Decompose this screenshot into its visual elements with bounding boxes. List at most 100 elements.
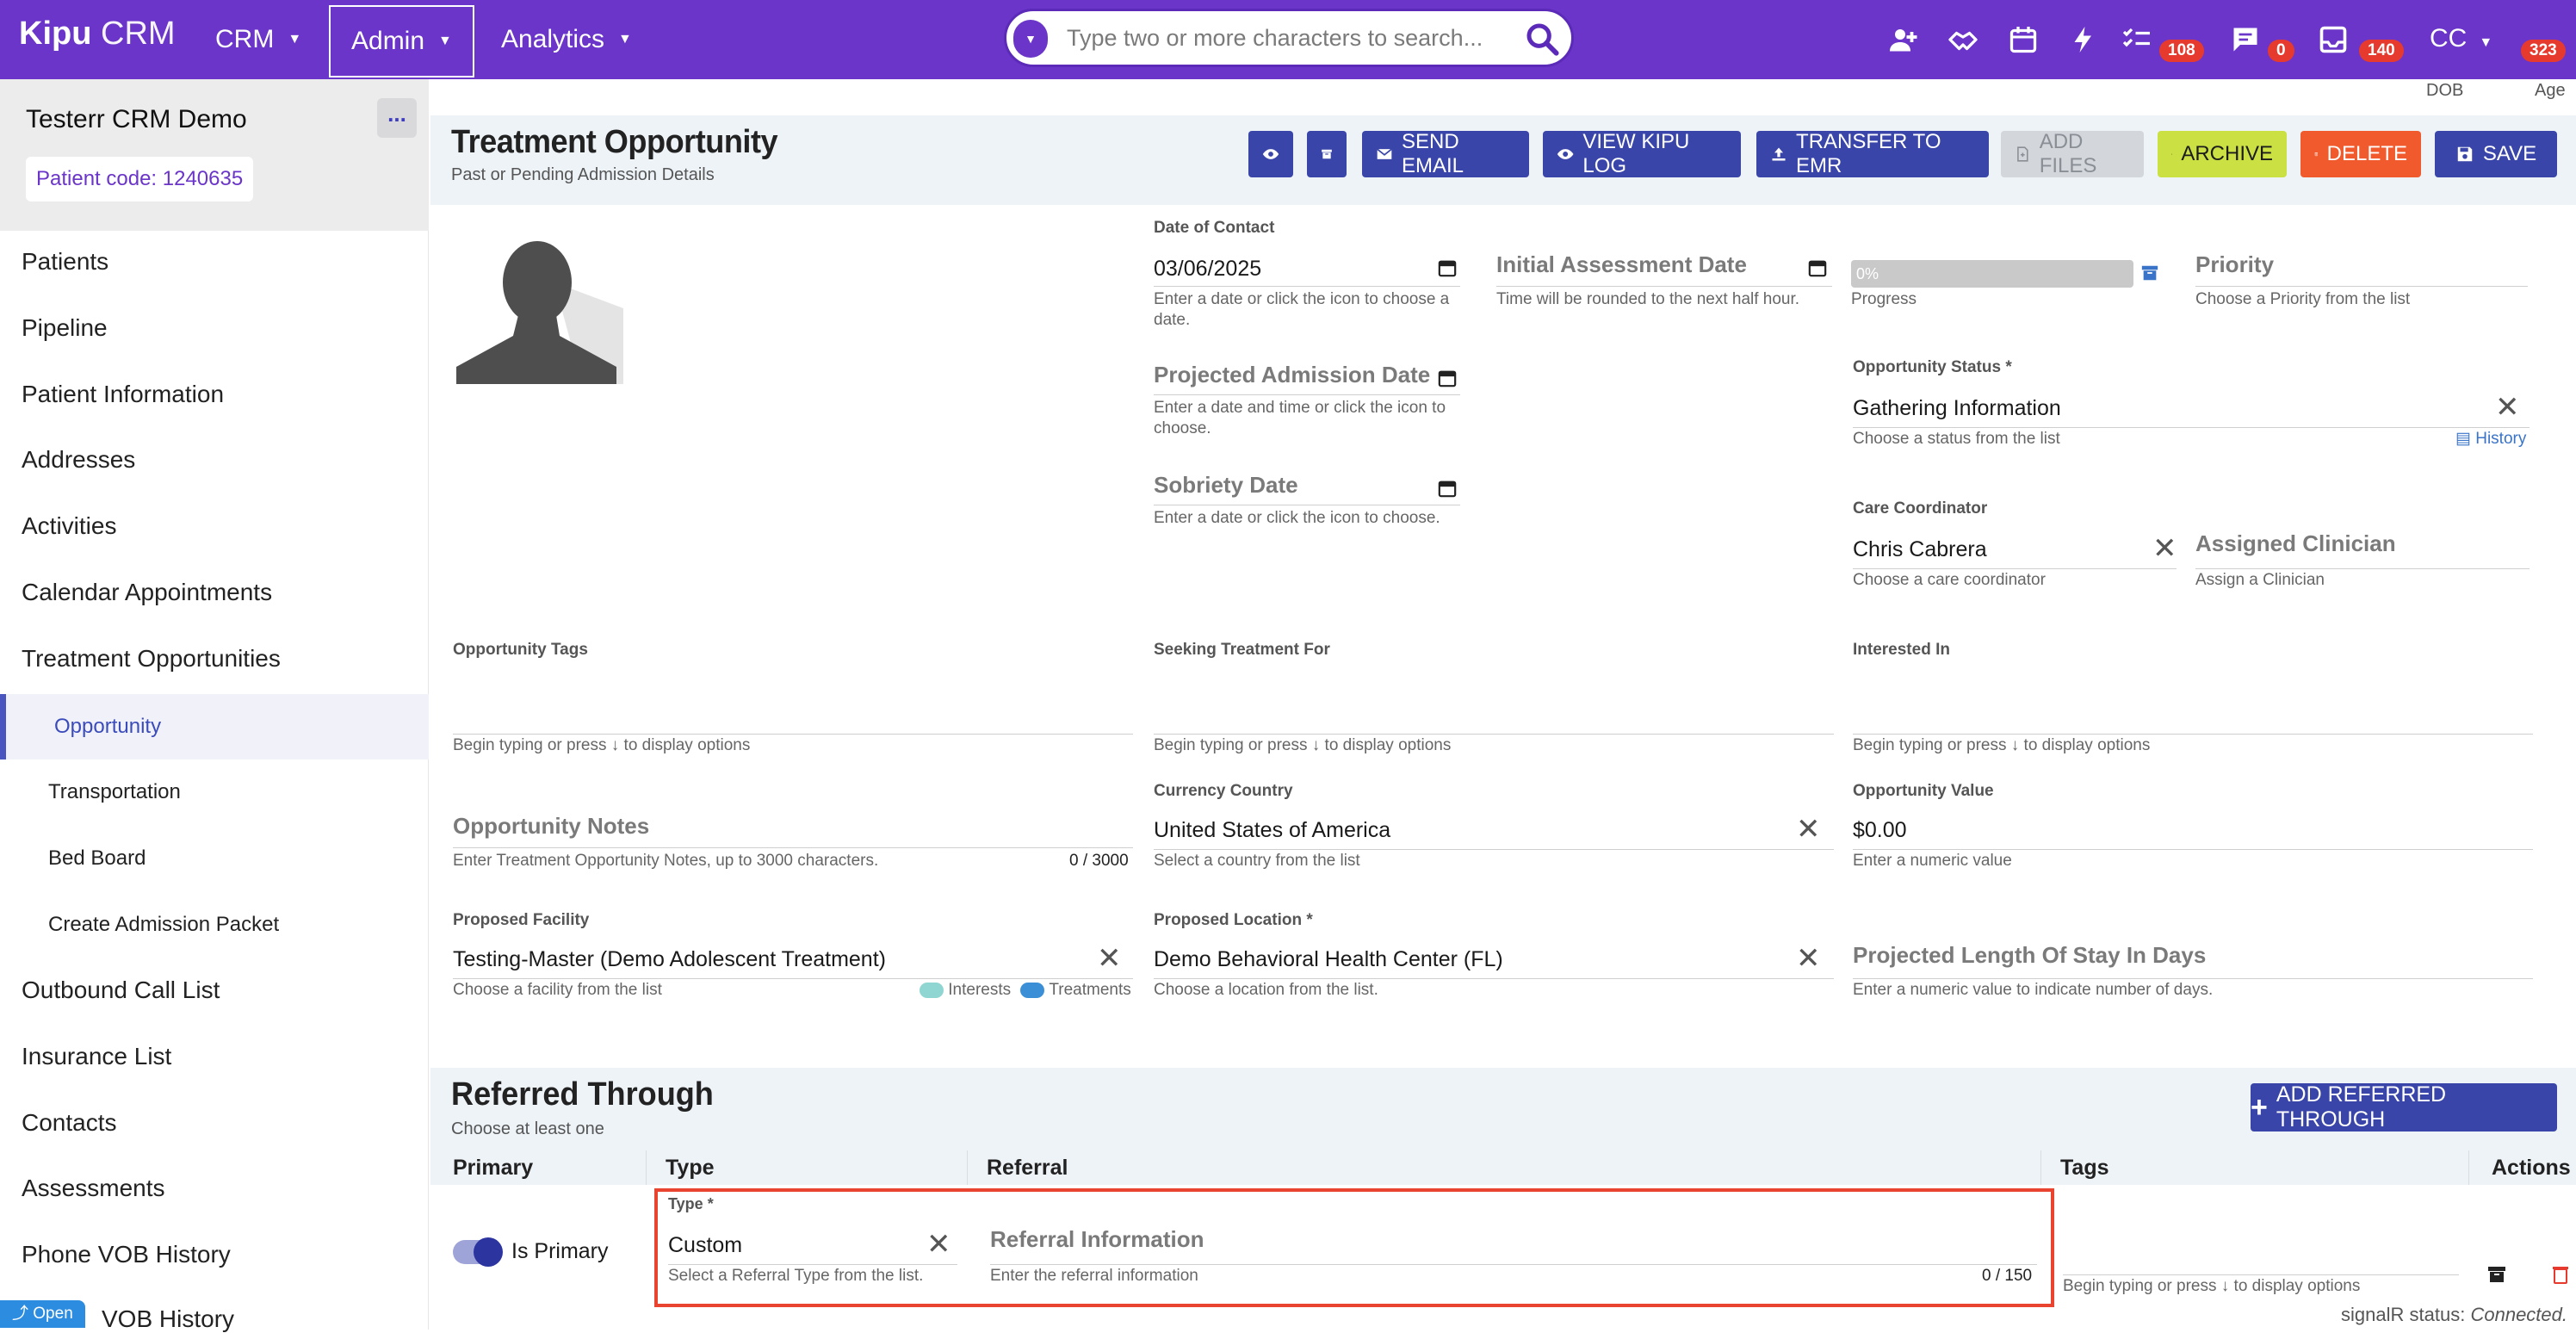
patient-header: Testerr CRM Demo ... Patient code: 12406… xyxy=(0,79,429,231)
archive-button[interactable]: ARCHIVE xyxy=(2158,131,2287,177)
sidebar-item-calendar-appointments[interactable]: Calendar Appointments xyxy=(0,579,429,606)
sidebar-item-pipeline[interactable]: Pipeline xyxy=(0,314,429,342)
seeking-treatment-label: Seeking Treatment For xyxy=(1154,641,1330,660)
date-of-contact-input[interactable]: 03/06/2025 xyxy=(1154,257,1261,282)
projected-admission-date-input[interactable]: Projected Admission Date xyxy=(1154,362,1430,388)
archive-box-icon[interactable] xyxy=(2140,264,2159,282)
sidebar-item-assessments[interactable]: Assessments xyxy=(0,1175,429,1202)
top-nav-bar: Kipu CRM CRM▼ Admin▼ Analytics▼ ▼ 108 0 … xyxy=(0,0,2576,79)
sidebar-item-addresses[interactable]: Addresses xyxy=(0,446,429,474)
inbox-icon[interactable] xyxy=(2316,24,2350,55)
inbox-count-badge: 140 xyxy=(2359,40,2404,62)
seeking-treatment-input[interactable] xyxy=(1154,734,1834,735)
sidebar-item-patient-information[interactable]: Patient Information xyxy=(0,381,429,408)
handshake-icon[interactable] xyxy=(1946,24,1980,55)
sidebar-item-opportunity[interactable]: Opportunity xyxy=(0,694,429,760)
column-header-referral: Referral xyxy=(968,1150,2040,1185)
opportunity-value-input[interactable]: $0.00 xyxy=(1853,818,1907,843)
referred-through-subtitle: Choose at least one xyxy=(451,1119,604,1139)
lightning-icon[interactable] xyxy=(2066,24,2101,55)
opportunity-notes-count: 0 / 3000 xyxy=(1069,851,1129,871)
priority-hint: Choose a Priority from the list xyxy=(2195,289,2410,310)
is-primary-label: Is Primary xyxy=(511,1239,609,1264)
messages-count-badge: 0 xyxy=(2268,40,2294,62)
interested-in-input[interactable] xyxy=(1853,734,2533,735)
clear-currency-country-icon[interactable]: ✕ xyxy=(1796,815,1821,844)
clear-location-icon[interactable]: ✕ xyxy=(1796,944,1821,973)
priority-underline xyxy=(2195,286,2528,287)
proposed-location-select[interactable]: Demo Behavioral Health Center (FL) xyxy=(1154,947,1503,972)
is-primary-toggle[interactable] xyxy=(453,1240,501,1264)
referral-information-input[interactable]: Referral Information xyxy=(990,1226,1204,1253)
clear-referral-type-icon[interactable]: ✕ xyxy=(926,1230,951,1259)
messages-icon[interactable] xyxy=(2228,24,2263,55)
watch-button[interactable] xyxy=(1248,131,1293,177)
add-user-icon[interactable] xyxy=(1886,24,1920,55)
open-chat-button[interactable]: ⤴ Open xyxy=(0,1300,85,1328)
sidebar-item-outbound-call-list[interactable]: Outbound Call List xyxy=(0,976,429,1004)
calendar-icon[interactable] xyxy=(1808,258,1827,277)
sobriety-date-input[interactable]: Sobriety Date xyxy=(1154,472,1298,499)
sidebar-item-activities[interactable]: Activities xyxy=(0,512,429,540)
clear-status-icon[interactable]: ✕ xyxy=(2495,393,2520,422)
nav-analytics-menu[interactable]: Analytics▼ xyxy=(501,0,632,79)
status-history-link[interactable]: ▤ History xyxy=(2455,429,2526,450)
upload-icon xyxy=(1770,145,1787,164)
initial-assessment-date-input[interactable]: Initial Assessment Date xyxy=(1496,251,1747,278)
dob-label: DOB xyxy=(2426,81,2463,101)
calendar-icon[interactable] xyxy=(1438,258,1457,277)
sidebar-item-insurance-list[interactable]: Insurance List xyxy=(0,1043,429,1070)
currency-country-hint: Select a country from the list xyxy=(1154,851,1360,871)
opportunity-tags-input[interactable] xyxy=(453,734,1133,735)
trash-icon[interactable] xyxy=(2550,1264,2571,1285)
view-kipu-log-button[interactable]: VIEW KIPU LOG xyxy=(1543,131,1741,177)
calendar-icon[interactable] xyxy=(2006,24,2040,55)
chevron-down-icon: ▼ xyxy=(438,34,452,49)
signalr-status-value: Connected. xyxy=(2470,1304,2567,1325)
sidebar-item-treatment-opportunities[interactable]: Treatment Opportunities xyxy=(0,645,429,673)
sidebar-item-phone-vob-history[interactable]: Phone VOB History xyxy=(0,1241,429,1268)
kipu-crm-logo[interactable]: Kipu CRM xyxy=(19,16,176,53)
opportunity-notes-input[interactable]: Opportunity Notes xyxy=(453,813,649,840)
send-email-button[interactable]: SEND EMAIL xyxy=(1362,131,1529,177)
add-referred-through-button[interactable]: + ADD REFERRED THROUGH xyxy=(2251,1083,2557,1132)
patient-photo-placeholder[interactable] xyxy=(453,239,623,384)
search-input[interactable] xyxy=(1065,18,1513,58)
archive-box-icon[interactable] xyxy=(2486,1264,2507,1285)
referral-type-select[interactable]: Custom xyxy=(668,1233,742,1258)
initial-assessment-underline xyxy=(1496,286,1832,287)
projected-length-of-stay-input[interactable]: Projected Length Of Stay In Days xyxy=(1853,942,2206,969)
sidebar-item-bed-board[interactable]: Bed Board xyxy=(0,846,429,871)
currency-country-select[interactable]: United States of America xyxy=(1154,818,1390,843)
nav-admin-label: Admin xyxy=(351,27,424,56)
transfer-to-emr-button[interactable]: TRANSFER TO EMR xyxy=(1756,131,1989,177)
care-coordinator-select[interactable]: Chris Cabrera xyxy=(1853,537,1987,562)
assigned-clinician-select[interactable]: Assigned Clinician xyxy=(2195,530,2396,557)
calendar-icon[interactable] xyxy=(1438,369,1457,388)
projected-admission-underline xyxy=(1154,394,1460,395)
opportunity-status-select[interactable]: Gathering Information xyxy=(1853,396,2061,421)
save-button[interactable]: SAVE xyxy=(2435,131,2557,177)
tasks-checklist-icon[interactable] xyxy=(2120,24,2154,55)
user-menu[interactable]: CC▼ xyxy=(2430,24,2492,53)
sidebar-item-contacts[interactable]: Contacts xyxy=(0,1109,429,1137)
clear-facility-icon[interactable]: ✕ xyxy=(1097,944,1122,973)
sidebar-item-create-admission-packet[interactable]: Create Admission Packet xyxy=(0,913,429,937)
nav-crm-menu[interactable]: CRM▼ xyxy=(215,0,301,79)
search-icon[interactable] xyxy=(1525,22,1559,56)
nav-admin-menu[interactable]: Admin ▼ xyxy=(329,5,474,78)
referral-tags-input[interactable] xyxy=(2063,1274,2459,1275)
add-files-button[interactable]: ADD FILES xyxy=(2001,131,2144,177)
sidebar-item-transportation[interactable]: Transportation xyxy=(0,780,429,804)
opportunity-status-hint: Choose a status from the list xyxy=(1853,429,2060,450)
sidebar-item-patients[interactable]: Patients xyxy=(0,248,429,276)
clear-care-coordinator-icon[interactable]: ✕ xyxy=(2152,534,2177,563)
priority-select[interactable]: Priority xyxy=(2195,251,2274,278)
archive-box-button[interactable] xyxy=(1307,131,1347,177)
calendar-icon[interactable] xyxy=(1438,479,1457,498)
patient-more-button[interactable]: ... xyxy=(377,98,417,138)
search-scope-dropdown[interactable]: ▼ xyxy=(1013,20,1048,58)
column-header-tags: Tags xyxy=(2041,1150,2468,1185)
proposed-facility-select[interactable]: Testing-Master (Demo Adolescent Treatmen… xyxy=(453,947,886,972)
delete-button[interactable]: DELETE xyxy=(2300,131,2421,177)
